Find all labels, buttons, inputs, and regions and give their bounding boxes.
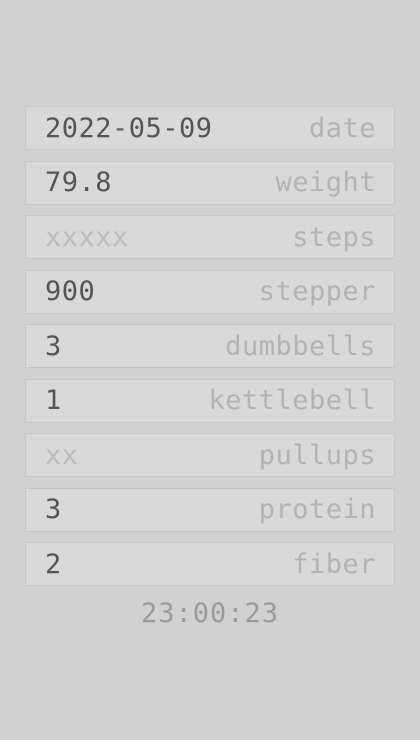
- fiber-field[interactable]: 2 fiber: [25, 542, 395, 586]
- weight-label: weight: [275, 167, 376, 198]
- weight-value[interactable]: 79.8: [45, 169, 112, 196]
- stepper-field[interactable]: 900 stepper: [25, 269, 395, 314]
- protein-value[interactable]: 3: [45, 496, 62, 523]
- dumbbells-value[interactable]: 3: [45, 333, 62, 360]
- dumbbells-field[interactable]: 3 dumbbells: [25, 324, 395, 368]
- kettlebell-field[interactable]: 1 kettlebell: [25, 378, 395, 423]
- date-label: date: [308, 112, 376, 144]
- protein-label: protein: [258, 494, 376, 525]
- protein-field[interactable]: 3 protein: [25, 487, 395, 532]
- steps-label: steps: [292, 221, 376, 253]
- pullups-placeholder[interactable]: xx: [45, 442, 79, 469]
- steps-placeholder[interactable]: xxxxx: [45, 224, 129, 251]
- kettlebell-label: kettlebell: [208, 385, 376, 416]
- fiber-label: fiber: [292, 548, 376, 580]
- pullups-field[interactable]: xx pullups: [25, 433, 395, 477]
- log-form: 2022-05-09 date 79.8 weight xxxxx steps …: [25, 106, 395, 597]
- stepper-label: stepper: [258, 276, 376, 307]
- date-field[interactable]: 2022-05-09 date: [25, 106, 395, 150]
- date-value[interactable]: 2022-05-09: [45, 115, 213, 142]
- fiber-value[interactable]: 2: [45, 551, 62, 578]
- pullups-label: pullups: [258, 439, 376, 471]
- weight-field[interactable]: 79.8 weight: [25, 160, 395, 205]
- steps-field[interactable]: xxxxx steps: [25, 215, 395, 259]
- clock: 23:00:23: [140, 598, 280, 629]
- kettlebell-value[interactable]: 1: [45, 387, 62, 414]
- stepper-value[interactable]: 900: [45, 278, 95, 305]
- dumbbells-label: dumbbells: [225, 330, 376, 362]
